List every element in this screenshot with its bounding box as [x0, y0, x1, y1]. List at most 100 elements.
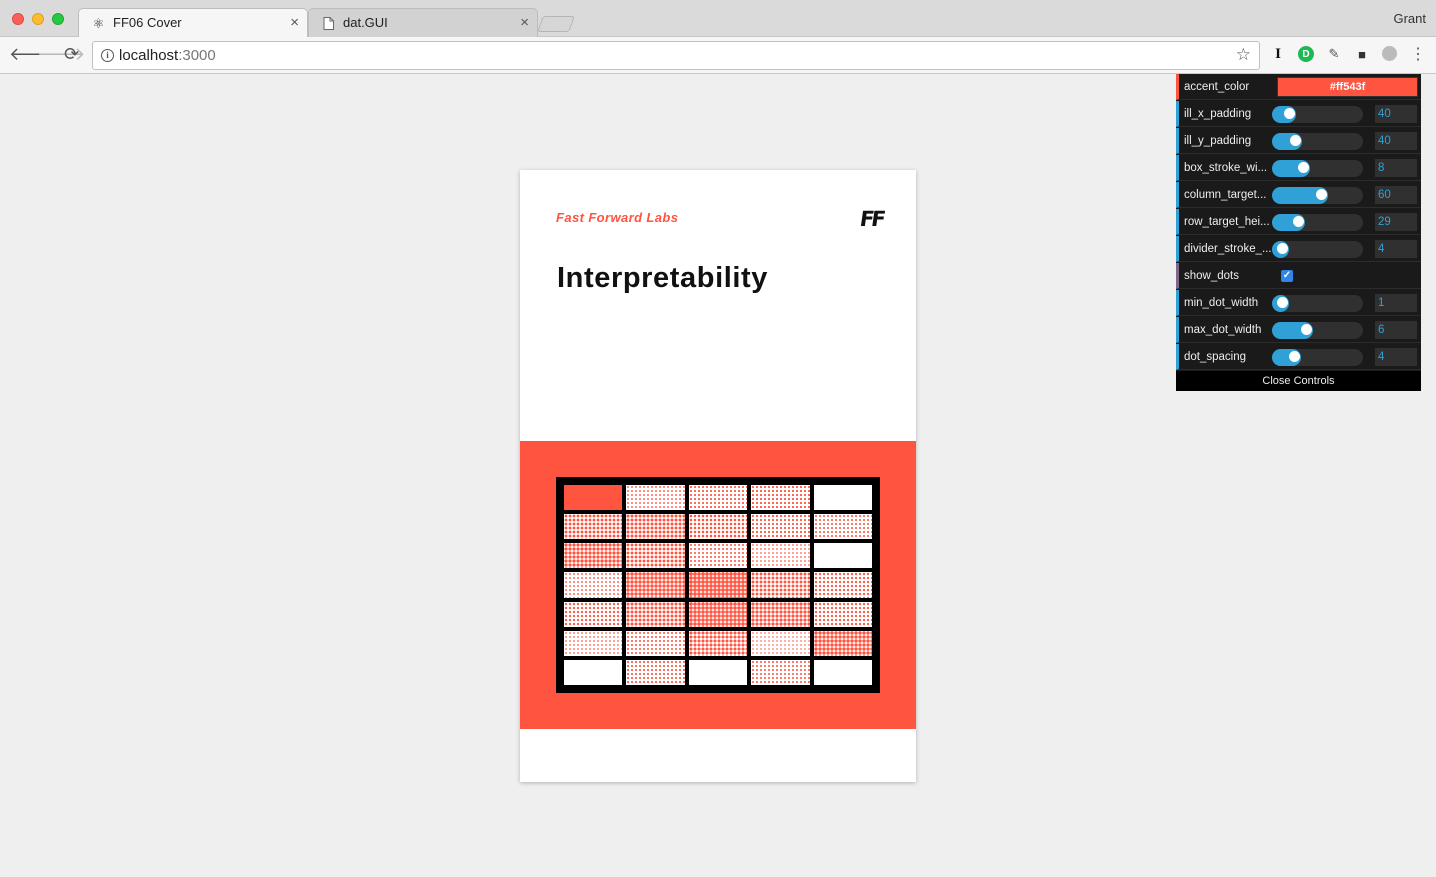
color-swatch-input[interactable]: #ff543f: [1277, 77, 1418, 97]
grid-cell: [564, 630, 623, 656]
react-icon: ⚛: [92, 15, 105, 31]
control-label: max_dot_width: [1184, 324, 1262, 336]
tab-title: FF06 Cover: [113, 15, 182, 30]
control-label: ill_x_padding: [1184, 108, 1252, 120]
number-input[interactable]: 40: [1375, 105, 1417, 123]
gui-control-row-target-hei[interactable]: row_target_hei... 29: [1176, 209, 1421, 235]
gui-control-box-stroke-wi[interactable]: box_stroke_wi... 8: [1176, 155, 1421, 181]
tab-dat-gui[interactable]: dat.GUI ×: [308, 8, 538, 37]
tab-title: dat.GUI: [343, 15, 388, 30]
grid-cell: [751, 485, 810, 511]
grid-cell: [751, 601, 810, 627]
minimize-window-button[interactable]: [32, 13, 44, 25]
number-input[interactable]: 4: [1375, 348, 1417, 366]
gui-control-column-target[interactable]: column_target... 60: [1176, 182, 1421, 208]
slider-track[interactable]: [1272, 106, 1363, 123]
grid-cell: [626, 485, 685, 511]
slider-knob[interactable]: [1290, 135, 1301, 146]
slider-track[interactable]: [1272, 133, 1363, 150]
ff-logo: FF: [858, 207, 885, 231]
grid-cell: [751, 514, 810, 540]
slider-track[interactable]: [1272, 187, 1363, 204]
address-bar[interactable]: i localhost:3000 ☆: [92, 41, 1260, 70]
grid-cell: [564, 572, 623, 598]
number-input[interactable]: 8: [1375, 159, 1417, 177]
number-input[interactable]: 4: [1375, 240, 1417, 258]
gui-control-dot-spacing[interactable]: dot_spacing 4: [1176, 344, 1421, 370]
gui-control-show-dots[interactable]: show_dots ✓: [1176, 263, 1421, 289]
number-input[interactable]: 29: [1375, 213, 1417, 231]
profile-name[interactable]: Grant: [1393, 11, 1426, 26]
info-icon[interactable]: i: [101, 49, 114, 62]
slider-knob[interactable]: [1289, 351, 1300, 362]
slider-knob[interactable]: [1298, 162, 1309, 173]
show-dots-checkbox[interactable]: ✓: [1281, 270, 1293, 282]
grid-cell: [564, 514, 623, 540]
tab-ff06-cover[interactable]: ⚛ FF06 Cover ×: [78, 8, 308, 37]
grid-cell: [813, 485, 872, 511]
close-tab-icon[interactable]: ×: [290, 9, 299, 37]
slider-knob[interactable]: [1316, 189, 1327, 200]
grid-cell: [626, 514, 685, 540]
number-input[interactable]: 6: [1375, 321, 1417, 339]
control-label: row_target_hei...: [1184, 216, 1270, 228]
brand-name: Fast Forward Labs: [556, 210, 679, 225]
grid-cell: [688, 659, 748, 685]
slider-knob[interactable]: [1301, 324, 1312, 335]
grid-cell: [813, 543, 872, 569]
grid-cell: [688, 514, 748, 540]
grid-cell: [688, 630, 748, 656]
url-text[interactable]: localhost:3000: [119, 47, 216, 64]
slider-knob[interactable]: [1277, 243, 1288, 254]
close-window-button[interactable]: [12, 13, 24, 25]
slider-knob[interactable]: [1277, 297, 1288, 308]
reload-icon[interactable]: ⟳: [64, 44, 79, 65]
gui-control-ill-x-padding[interactable]: ill_x_padding 40: [1176, 101, 1421, 127]
new-tab-button[interactable]: [537, 16, 575, 32]
slider-track[interactable]: [1272, 160, 1363, 177]
gui-control-max-dot-width[interactable]: max_dot_width 6: [1176, 317, 1421, 343]
gui-control-divider-stroke-[interactable]: divider_stroke_... 4: [1176, 236, 1421, 262]
camera-icon[interactable]: ■: [1354, 46, 1370, 62]
grid-cell: [688, 485, 748, 511]
slider-track[interactable]: [1272, 349, 1363, 366]
menu-icon[interactable]: ⋮: [1410, 46, 1426, 63]
slider-track[interactable]: [1272, 322, 1363, 339]
slider-track[interactable]: [1272, 295, 1363, 312]
slider-knob[interactable]: [1284, 108, 1295, 119]
close-tab-icon[interactable]: ×: [520, 9, 529, 37]
cover-illustration: [520, 441, 916, 729]
grid-cell: [564, 543, 623, 569]
pin-icon[interactable]: ✎: [1326, 46, 1342, 62]
number-input[interactable]: 1: [1375, 294, 1417, 312]
grid-cell: [626, 659, 685, 685]
grid-cell: [751, 572, 810, 598]
browser-toolbar: 🡐 🡒 ⟳ i localhost:3000 ☆ I D ✎ ■ ⋮: [0, 37, 1436, 74]
extension-circle-icon[interactable]: [1382, 46, 1397, 61]
close-controls-button[interactable]: Close Controls: [1176, 371, 1421, 391]
gui-control-min-dot-width[interactable]: min_dot_width 1: [1176, 290, 1421, 316]
slider-knob[interactable]: [1293, 216, 1304, 227]
illustration-grid: [556, 477, 880, 693]
cover-page: Fast Forward Labs FF Interpretability: [520, 170, 916, 782]
control-label: dot_spacing: [1184, 351, 1247, 363]
maximize-window-button[interactable]: [52, 13, 64, 25]
number-input[interactable]: 60: [1375, 186, 1417, 204]
grid-cell: [626, 543, 685, 569]
grid-cell: [813, 572, 872, 598]
instapaper-icon[interactable]: I: [1270, 46, 1286, 62]
gui-control-ill-y-padding[interactable]: ill_y_padding 40: [1176, 128, 1421, 154]
number-input[interactable]: 40: [1375, 132, 1417, 150]
grid-cell: [564, 485, 623, 511]
grid-cell: [688, 543, 748, 569]
grid-cell: [564, 601, 623, 627]
slider-track[interactable]: [1272, 241, 1363, 258]
grammarly-icon[interactable]: D: [1298, 46, 1314, 62]
grid-cell: [626, 601, 685, 627]
grid-cell: [626, 572, 685, 598]
grid-cell: [813, 601, 872, 627]
control-label: ill_y_padding: [1184, 135, 1252, 147]
bookmark-star-icon[interactable]: ☆: [1236, 45, 1251, 65]
gui-control-accent-color[interactable]: accent_color #ff543f: [1176, 74, 1421, 100]
slider-track[interactable]: [1272, 214, 1363, 231]
